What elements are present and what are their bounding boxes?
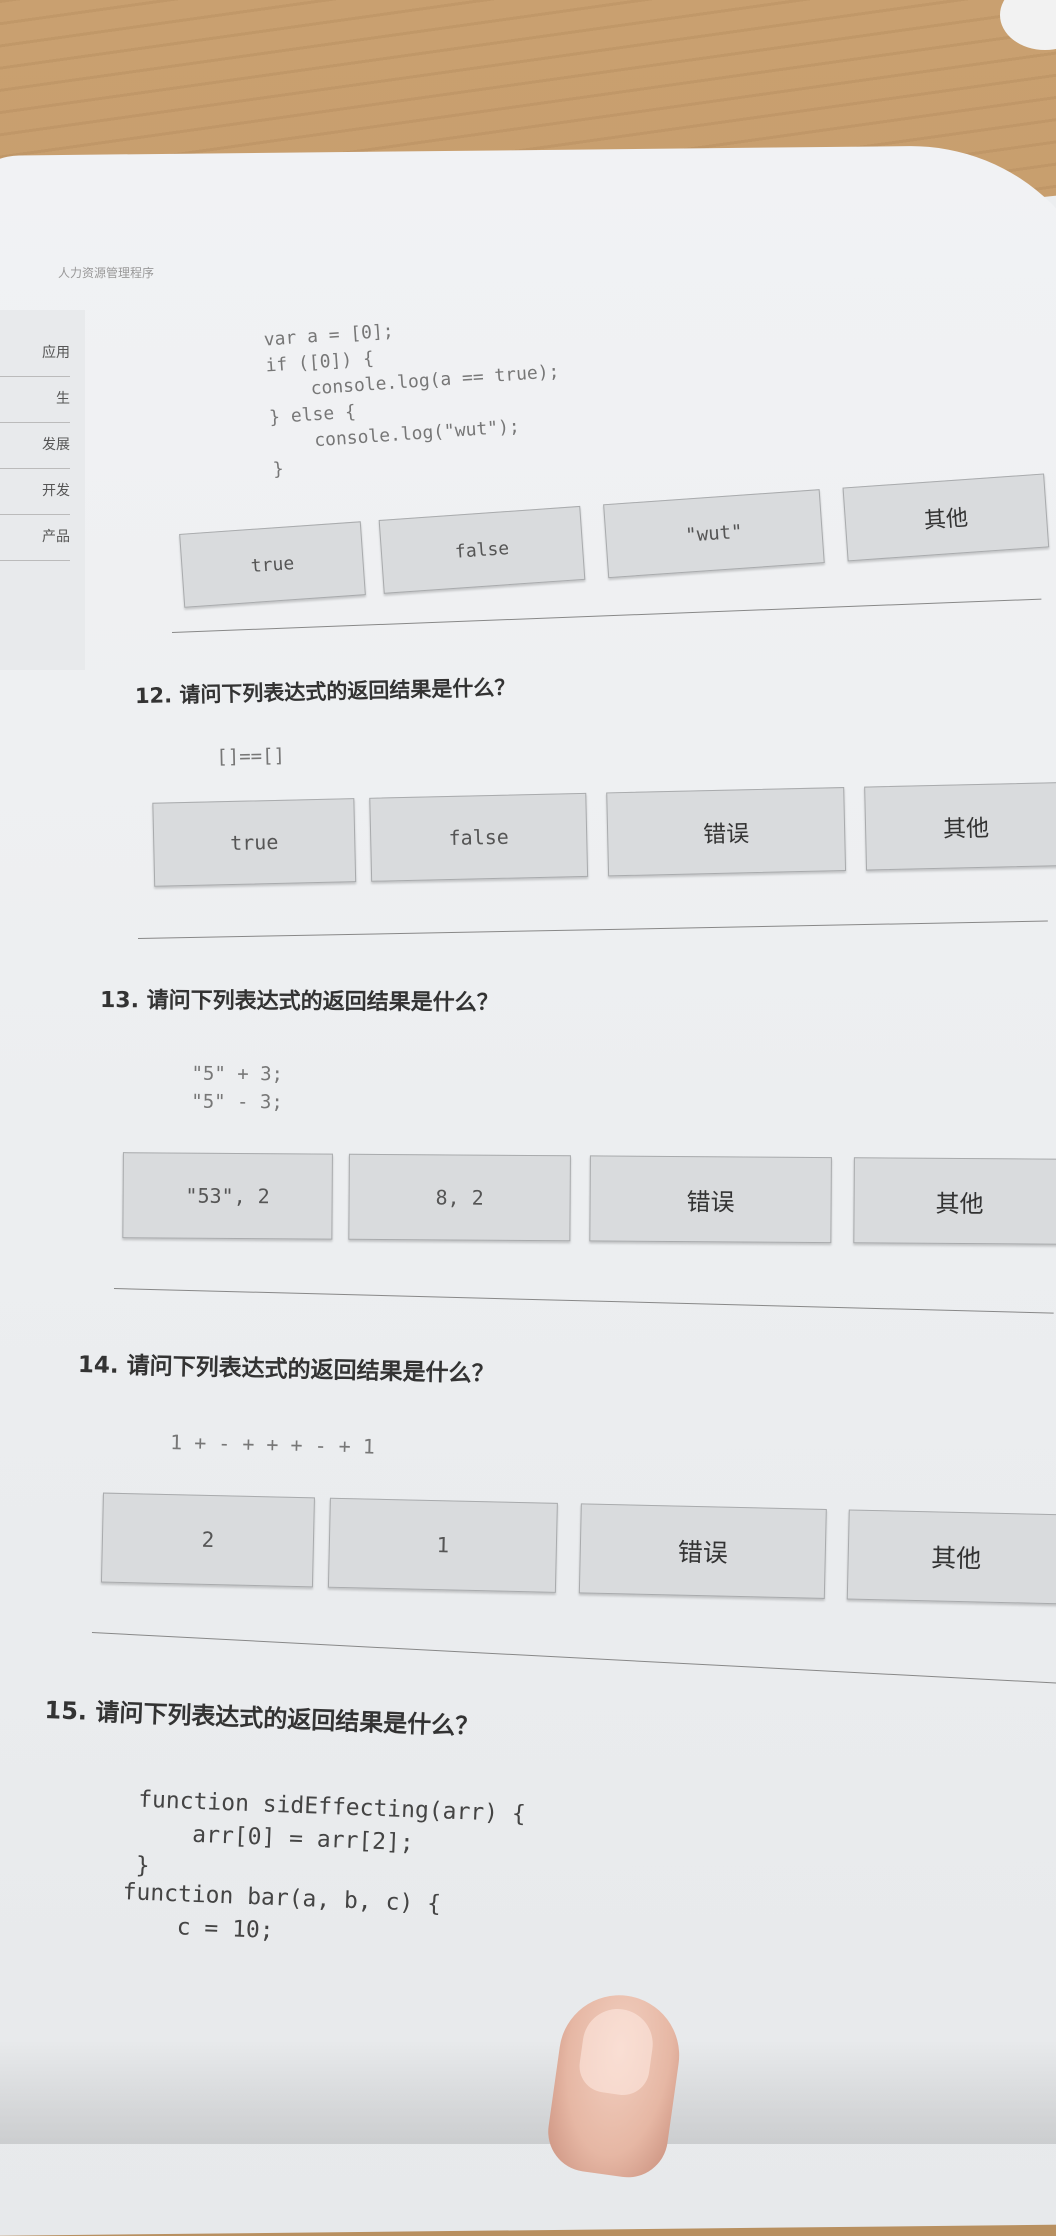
option-false[interactable]: false [369, 792, 589, 882]
option-1[interactable]: 1 [327, 1497, 558, 1593]
option-error[interactable]: 错误 [606, 787, 847, 877]
option-false[interactable]: false [378, 505, 586, 594]
code-line: } [135, 1852, 151, 1880]
running-head: 人力资源管理程序 [58, 266, 155, 280]
option-true[interactable]: true [179, 521, 366, 608]
left-page-tab: 应用 [0, 330, 70, 377]
option-error[interactable]: 错误 [578, 1503, 827, 1599]
left-page-tabs: 应用 生 发展 开发 产品 [0, 310, 85, 670]
option-other[interactable]: 其他 [864, 782, 1056, 871]
code-line: 1 + - + + + - + 1 [169, 1430, 376, 1459]
code-line: []==[] [216, 744, 286, 769]
option-53-2[interactable]: "53", 2 [122, 1152, 333, 1240]
option-other[interactable]: 其他 [853, 1157, 1056, 1245]
question-title: 13. 请问下列表达式的返回结果是什么？ [99, 988, 499, 1016]
fingernail [576, 2004, 658, 2099]
page-shadow [0, 2040, 1056, 2144]
option-true[interactable]: true [152, 798, 357, 887]
left-page-tab: 产品 [0, 514, 70, 561]
left-page-tab: 生 [0, 376, 70, 423]
option-other[interactable]: 其他 [846, 1509, 1056, 1605]
option-2[interactable]: 2 [100, 1492, 315, 1588]
code-line: "5" - 3; [191, 1090, 283, 1114]
option-wut[interactable]: "wut" [603, 489, 825, 579]
left-page-tab: 开发 [0, 468, 70, 515]
option-8-2[interactable]: 8, 2 [348, 1153, 571, 1242]
code-line: "5" + 3; [191, 1062, 284, 1086]
left-page-tab: 发展 [0, 422, 70, 469]
code-line: } [272, 458, 285, 481]
option-other[interactable]: 其他 [842, 473, 1050, 562]
option-error[interactable]: 错误 [589, 1155, 832, 1244]
